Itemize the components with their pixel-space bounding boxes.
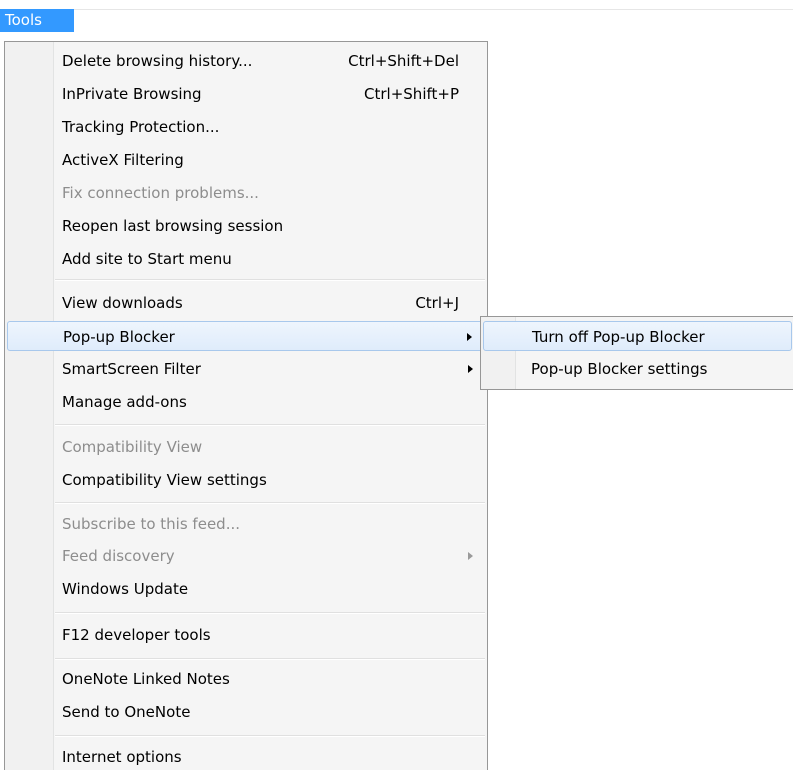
menu-item-label: Delete browsing history... bbox=[62, 52, 253, 70]
submenu-arrow-icon bbox=[468, 365, 473, 373]
menu-item-onenote-linked-notes[interactable]: OneNote Linked Notes bbox=[7, 664, 485, 694]
menu-item-smartscreen-filter[interactable]: SmartScreen Filter bbox=[7, 354, 485, 384]
menu-item-label: Send to OneNote bbox=[62, 703, 191, 721]
menu-item-popup-blocker[interactable]: Pop-up Blocker bbox=[7, 321, 485, 351]
menu-bar: Tools bbox=[0, 0, 793, 33]
menu-item-label: Add site to Start menu bbox=[62, 250, 232, 268]
menu-item-activex-filtering[interactable]: ActiveX Filtering bbox=[7, 145, 485, 175]
submenu-item-turn-off-popup-blocker[interactable]: Turn off Pop-up Blocker bbox=[483, 321, 792, 351]
menu-separator bbox=[55, 612, 485, 614]
menu-item-label: Internet options bbox=[62, 748, 182, 766]
menu-separator bbox=[55, 279, 485, 281]
menu-item-view-downloads[interactable]: View downloads Ctrl+J bbox=[7, 288, 485, 318]
menu-item-label: Feed discovery bbox=[62, 547, 175, 565]
menu-item-label: Manage add-ons bbox=[62, 393, 187, 411]
menu-item-subscribe-to-feed: Subscribe to this feed... bbox=[7, 509, 485, 539]
menu-separator bbox=[55, 658, 485, 660]
menu-item-compatibility-view-settings[interactable]: Compatibility View settings bbox=[7, 465, 485, 495]
submenu-item-label: Turn off Pop-up Blocker bbox=[532, 328, 705, 346]
menu-separator bbox=[55, 502, 485, 504]
menu-item-label: OneNote Linked Notes bbox=[62, 670, 230, 688]
menu-item-add-site-to-start-menu[interactable]: Add site to Start menu bbox=[7, 244, 485, 274]
menu-item-shortcut: Ctrl+Shift+Del bbox=[348, 52, 459, 70]
menu-item-label: Pop-up Blocker bbox=[63, 328, 175, 346]
menu-item-feed-discovery: Feed discovery bbox=[7, 541, 485, 571]
menu-item-label: Tracking Protection... bbox=[62, 118, 220, 136]
menu-separator bbox=[55, 735, 485, 737]
menu-item-send-to-onenote[interactable]: Send to OneNote bbox=[7, 697, 485, 727]
menu-item-shortcut: Ctrl+Shift+P bbox=[364, 85, 459, 103]
menu-item-reopen-last-session[interactable]: Reopen last browsing session bbox=[7, 211, 485, 241]
menu-item-tracking-protection[interactable]: Tracking Protection... bbox=[7, 112, 485, 142]
menu-item-delete-browsing-history[interactable]: Delete browsing history... Ctrl+Shift+De… bbox=[7, 46, 485, 76]
tools-menu: Delete browsing history... Ctrl+Shift+De… bbox=[4, 41, 488, 770]
menu-item-label: View downloads bbox=[62, 294, 183, 312]
menu-item-windows-update[interactable]: Windows Update bbox=[7, 574, 485, 604]
menu-item-label: Compatibility View settings bbox=[62, 471, 267, 489]
menu-item-label: Subscribe to this feed... bbox=[62, 515, 240, 533]
menu-item-label: F12 developer tools bbox=[62, 626, 211, 644]
menu-item-label: Reopen last browsing session bbox=[62, 217, 284, 235]
menu-item-label: InPrivate Browsing bbox=[62, 85, 202, 103]
menu-separator bbox=[55, 424, 485, 426]
submenu-item-label: Pop-up Blocker settings bbox=[531, 360, 708, 378]
menu-item-label: SmartScreen Filter bbox=[62, 360, 201, 378]
submenu-arrow-icon bbox=[467, 333, 472, 341]
menu-item-label: Compatibility View bbox=[62, 438, 203, 456]
menu-item-label: Fix connection problems... bbox=[62, 184, 259, 202]
popup-blocker-submenu: Turn off Pop-up Blocker Pop-up Blocker s… bbox=[480, 316, 793, 390]
menu-item-inprivate-browsing[interactable]: InPrivate Browsing Ctrl+Shift+P bbox=[7, 79, 485, 109]
submenu-item-popup-blocker-settings[interactable]: Pop-up Blocker settings bbox=[483, 354, 792, 384]
menu-item-fix-connection-problems: Fix connection problems... bbox=[7, 178, 485, 208]
menu-item-shortcut: Ctrl+J bbox=[415, 294, 459, 312]
menu-item-manage-add-ons[interactable]: Manage add-ons bbox=[7, 387, 485, 417]
menu-item-f12-developer-tools[interactable]: F12 developer tools bbox=[7, 620, 485, 650]
menu-item-compatibility-view: Compatibility View bbox=[7, 432, 485, 462]
menu-bar-strip bbox=[0, 9, 793, 33]
menu-item-label: Windows Update bbox=[62, 580, 189, 598]
submenu-arrow-icon bbox=[468, 552, 473, 560]
tools-menu-button[interactable]: Tools bbox=[0, 9, 74, 32]
menu-item-label: ActiveX Filtering bbox=[62, 151, 184, 169]
menu-item-internet-options[interactable]: Internet options bbox=[7, 742, 485, 772]
